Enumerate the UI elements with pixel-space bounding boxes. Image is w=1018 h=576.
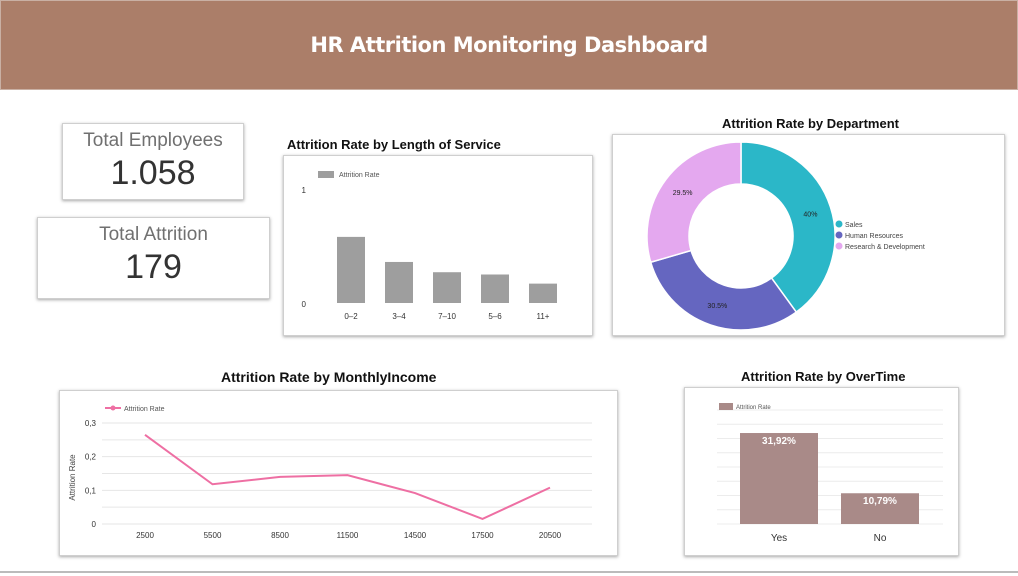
- slice-label: 40%: [803, 211, 817, 218]
- department-card: 40% 30.5% 29.5% Sales Human Resources Researc…: [612, 134, 1005, 336]
- total-attrition-label: Total Attrition: [99, 224, 208, 245]
- slice-label: 29.5%: [673, 190, 693, 197]
- x-tick-label: 11500: [337, 531, 359, 540]
- legend-label: Attrition Rate: [124, 406, 165, 413]
- y-tick-label: 0: [302, 300, 307, 309]
- total-attrition-value: 179: [125, 248, 182, 286]
- x-tick-label: 5–6: [488, 312, 502, 321]
- bar: [481, 274, 509, 303]
- x-tick-label: 20500: [539, 531, 562, 540]
- length-of-service-title: Attrition Rate by Length of Service: [287, 137, 501, 152]
- legend-swatch: [318, 171, 334, 178]
- overtime-card: Attrition Rate 31,92% Yes 10,79% No: [684, 387, 959, 556]
- legend-label: Research & Development: [845, 244, 925, 251]
- legend-swatch: [719, 403, 733, 410]
- slice-label: 30.5%: [707, 303, 727, 310]
- x-tick-label: 0–2: [344, 312, 358, 321]
- total-employees-label: Total Employees: [83, 130, 223, 151]
- y-axis-label: Attrition Rate: [68, 454, 77, 501]
- legend-marker: [110, 405, 116, 411]
- department-chart: 40% 30.5% 29.5% Sales Human Resources Researc…: [646, 141, 925, 331]
- monthly-income-title: Attrition Rate by MonthlyIncome: [221, 369, 437, 385]
- x-tick-label: 8500: [271, 531, 289, 540]
- bar: [337, 236, 365, 303]
- dashboard-header: HR Attrition Monitoring Dashboard: [0, 0, 1018, 90]
- dashboard-title: HR Attrition Monitoring Dashboard: [310, 33, 708, 57]
- x-tick-label: 7–10: [438, 312, 456, 321]
- donut-slice: [649, 249, 798, 331]
- x-tick-label: 3–4: [392, 312, 406, 321]
- monthly-income-chart: 0 0,1 0,2 0,3 Attrition Rate Attrition Rate 25…: [68, 405, 592, 540]
- y-tick-label: 0,2: [85, 453, 97, 462]
- legend-label: Attrition Rate: [736, 405, 771, 411]
- bar: [529, 283, 557, 303]
- data-label: 31,92%: [762, 436, 796, 447]
- y-tick-label: 0: [92, 520, 97, 529]
- donut-slice: [646, 141, 742, 264]
- y-tick-label: 1: [302, 186, 307, 195]
- x-tick-label: 5500: [204, 531, 222, 540]
- legend-marker: [835, 242, 843, 250]
- monthly-income-card: 0 0,1 0,2 0,3 Attrition Rate Attrition Rate 25…: [59, 390, 618, 556]
- x-tick-label: 17500: [471, 531, 494, 540]
- x-tick-label: No: [874, 533, 887, 544]
- overtime-chart: Attrition Rate 31,92% Yes 10,79% No: [717, 403, 943, 544]
- legend-label: Human Resources: [845, 233, 903, 240]
- y-tick-label: 0,3: [85, 419, 97, 428]
- legend-label: Sales: [845, 222, 863, 229]
- total-employees-card: Total Employees 1.058: [62, 123, 244, 200]
- legend-label: Attrition Rate: [339, 172, 380, 179]
- total-employees-value: 1.058: [110, 154, 196, 192]
- legend-marker: [835, 220, 843, 228]
- department-title: Attrition Rate by Department: [722, 116, 899, 131]
- length-of-service-card: Attrition Rate 1 0 0–2 3–4 7–10 5–6 11+: [283, 155, 593, 336]
- y-tick-label: 0,1: [85, 486, 97, 495]
- x-tick-label: 11+: [537, 312, 550, 321]
- bottom-divider: [0, 571, 1018, 573]
- length-of-service-chart: Attrition Rate 1 0 0–2 3–4 7–10 5–6 11+: [302, 171, 557, 321]
- series-line: [144, 433, 551, 521]
- data-label: 10,79%: [863, 496, 897, 507]
- overtime-title: Attrition Rate by OverTime: [741, 369, 906, 384]
- total-attrition-card: Total Attrition 179: [37, 217, 270, 299]
- bar: [385, 261, 413, 303]
- bar: [433, 272, 461, 303]
- x-tick-label: 2500: [136, 531, 154, 540]
- x-tick-label: 14500: [404, 531, 427, 540]
- x-tick-label: Yes: [771, 533, 787, 544]
- legend-marker: [835, 231, 843, 239]
